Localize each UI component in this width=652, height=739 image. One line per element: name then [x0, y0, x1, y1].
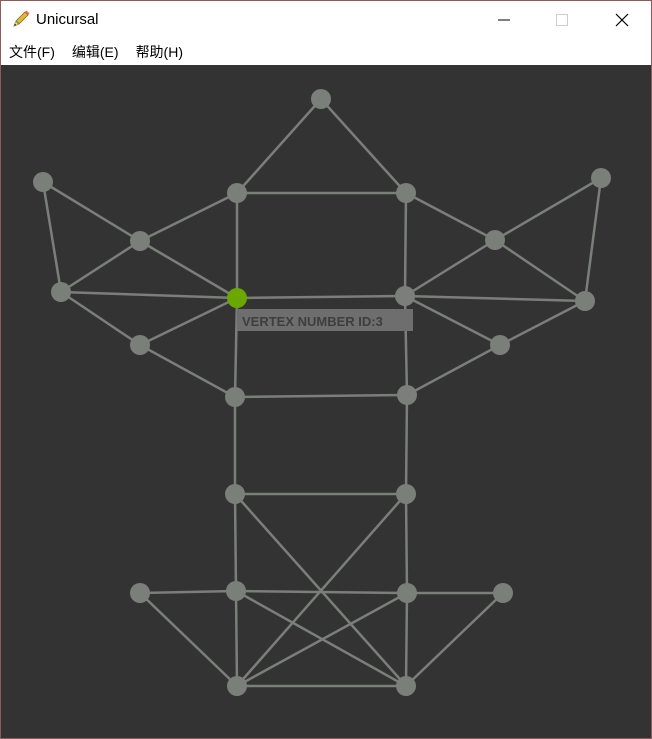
graph-edge	[320, 98, 407, 194]
maximize-icon	[556, 14, 568, 26]
graph-edge	[60, 290, 141, 347]
graph-edge	[139, 239, 238, 300]
graph-vertex[interactable]	[396, 676, 416, 696]
graph-vertex[interactable]	[493, 583, 513, 603]
graph-vertex[interactable]	[130, 583, 150, 603]
graph-edge	[41, 181, 63, 293]
graph-vertex[interactable]	[130, 231, 150, 251]
close-button[interactable]	[593, 1, 651, 39]
graph-edge	[233, 297, 239, 398]
graph-drawing[interactable]: VERTEX NUMBER ID:3	[1, 65, 651, 738]
vertices-layer	[33, 89, 611, 696]
graph-edge	[404, 394, 409, 495]
graph-edge	[499, 299, 586, 347]
menu-bar: 文件(F) 编辑(E) 帮助(H)	[1, 39, 651, 65]
graph-edge	[494, 238, 586, 303]
close-icon	[615, 13, 629, 27]
graph-vertex[interactable]	[227, 183, 247, 203]
app-window: Unicursal 文件(F) 编辑(E) 帮助(H) VERTEX NUMBE…	[0, 0, 652, 739]
graph-vertex[interactable]	[33, 172, 53, 192]
graph-edge	[236, 98, 322, 194]
graph-vertex[interactable]	[225, 484, 245, 504]
graph-edge	[405, 191, 496, 242]
graph-edge	[404, 493, 409, 594]
graph-vertex[interactable]	[485, 230, 505, 250]
tooltip-text: VERTEX NUMBER ID:3	[242, 314, 383, 329]
graph-edge	[404, 592, 409, 687]
pencil-icon	[11, 9, 31, 29]
graph-vertex[interactable]	[130, 335, 150, 355]
graph-canvas[interactable]: VERTEX NUMBER ID:3	[1, 65, 651, 738]
graph-vertex[interactable]	[397, 385, 417, 405]
graph-vertex[interactable]	[396, 484, 416, 504]
graph-vertex[interactable]	[396, 183, 416, 203]
minimize-icon	[498, 19, 510, 21]
menu-file[interactable]: 文件(F)	[1, 41, 63, 63]
graph-vertex[interactable]	[490, 335, 510, 355]
graph-vertex[interactable]	[591, 168, 611, 188]
graph-vertex[interactable]	[51, 282, 71, 302]
vertex-tooltip: VERTEX NUMBER ID:3	[237, 309, 413, 331]
graph-vertex[interactable]	[226, 581, 246, 601]
graph-vertex[interactable]	[225, 387, 245, 407]
graph-edge	[235, 589, 408, 595]
graph-edge	[139, 191, 238, 243]
graph-vertex[interactable]	[311, 89, 331, 109]
maximize-button[interactable]	[533, 1, 591, 39]
graph-edge	[139, 592, 238, 687]
graph-edge	[139, 589, 237, 595]
graph-edge	[405, 592, 504, 687]
graph-vertex[interactable]	[397, 583, 417, 603]
graph-vertex-selected[interactable]	[227, 288, 247, 308]
graph-edge	[406, 343, 501, 397]
graph-edge	[60, 290, 238, 300]
graph-edge	[583, 177, 603, 302]
graph-edge	[139, 296, 238, 347]
graph-edge	[404, 294, 586, 303]
graph-edge	[236, 294, 406, 300]
graph-edge	[403, 192, 408, 297]
graph-edge	[139, 343, 236, 399]
graph-edge	[42, 180, 141, 243]
menu-help[interactable]: 帮助(H)	[127, 41, 191, 63]
window-title: Unicursal	[36, 11, 99, 28]
graph-edge	[234, 393, 408, 399]
graph-edge	[60, 239, 141, 294]
graph-edge	[233, 493, 238, 592]
graph-vertex[interactable]	[227, 676, 247, 696]
graph-edge	[494, 176, 602, 242]
graph-vertex[interactable]	[395, 286, 415, 306]
title-bar[interactable]: Unicursal	[1, 1, 651, 39]
graph-edge	[404, 238, 496, 298]
minimize-button[interactable]	[475, 1, 533, 39]
graph-edge	[234, 590, 239, 687]
edges-layer	[41, 98, 603, 688]
graph-vertex[interactable]	[575, 291, 595, 311]
graph-edge	[404, 294, 501, 347]
menu-edit[interactable]: 编辑(E)	[63, 41, 127, 63]
